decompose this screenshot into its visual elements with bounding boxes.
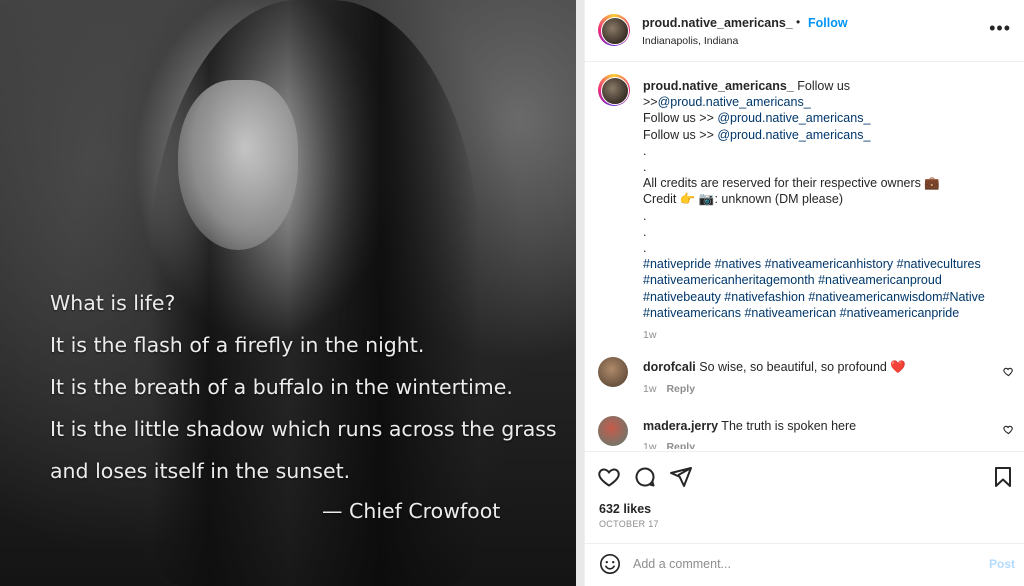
comment-username[interactable]: madera.jerry	[643, 419, 718, 433]
image-frame-edge	[576, 0, 584, 586]
caption-dot: .	[643, 241, 647, 256]
comment-text: So wise, so beautiful, so profound	[695, 360, 891, 374]
header-separator: •	[796, 15, 801, 29]
heart-icon[interactable]	[597, 465, 621, 489]
caption-text: Follow us >>	[643, 111, 718, 126]
quote-line: It is the little shadow which runs acros…	[50, 417, 557, 441]
more-icon[interactable]: •••	[989, 18, 1011, 39]
quote-author: — Chief Crowfoot	[322, 499, 501, 523]
caption-hashtags[interactable]: #nativeamericanheritagemonth #nativeamer…	[643, 272, 1013, 288]
caption-mention[interactable]: @proud.native_americans_	[658, 95, 811, 109]
caption-text: All credits are reserved for their respe…	[643, 176, 921, 191]
caption-dot: .	[643, 208, 647, 223]
caption-dot: .	[643, 160, 647, 175]
caption-mention[interactable]: @proud.native_americans_	[717, 111, 870, 125]
comment-input[interactable]	[633, 553, 963, 575]
caption-text: Credit	[643, 192, 677, 207]
post-date[interactable]: OCTOBER 17	[599, 519, 659, 529]
caption-text: Follow us	[793, 79, 851, 93]
instagram-post-dialog: What is life? It is the flash of a firef…	[0, 0, 1024, 586]
caption-text: Follow us >>	[643, 127, 718, 142]
quote-line: What is life?	[50, 291, 176, 315]
portrait-face	[178, 80, 298, 250]
comment-meta: 1w Reply	[643, 441, 705, 449]
post-header: proud.native_americans_ • Follow Indiana…	[585, 0, 1024, 62]
quote-line: It is the breath of a buffalo in the win…	[50, 375, 513, 399]
pointing-hand-icon: 👉	[679, 192, 696, 207]
camera-icon: 📷	[698, 192, 715, 207]
post-image[interactable]: What is life? It is the flash of a firef…	[0, 0, 584, 586]
follow-button[interactable]: Follow	[808, 16, 848, 30]
post-actions: 632 likes OCTOBER 17	[585, 451, 1024, 543]
post-sidebar: proud.native_americans_ • Follow Indiana…	[584, 0, 1024, 586]
caption-hashtags[interactable]: #nativebeauty #nativefashion #nativeamer…	[643, 289, 1013, 305]
quote-line: It is the flash of a firefly in the nigh…	[50, 333, 425, 357]
caption-dot: .	[643, 143, 647, 158]
image-quote: What is life? It is the flash of a firef…	[50, 282, 557, 523]
briefcase-icon: 💼	[924, 176, 940, 191]
comment-username[interactable]: dorofcali	[643, 360, 696, 374]
author-avatar[interactable]	[598, 14, 630, 46]
like-count[interactable]: 632 likes	[599, 502, 651, 516]
reply-button[interactable]: Reply	[666, 383, 695, 395]
share-icon[interactable]	[669, 465, 693, 489]
red-heart-icon: ❤️	[890, 360, 906, 374]
comment-text: The truth is spoken here	[718, 419, 857, 433]
comment-like-icon[interactable]	[1003, 424, 1014, 435]
comment-time[interactable]: 1w	[643, 383, 656, 395]
post-caption: proud.native_americans_ Follow us >>@pro…	[643, 78, 1013, 343]
comment-icon[interactable]	[633, 465, 657, 489]
comment-like-icon[interactable]	[1003, 366, 1014, 377]
caption-time[interactable]: 1w	[643, 327, 1013, 343]
add-comment-bar: Post	[585, 543, 1024, 586]
post-comment-button[interactable]: Post	[989, 557, 1015, 571]
emoji-icon[interactable]	[599, 553, 621, 575]
reply-button[interactable]: Reply	[666, 441, 695, 449]
comment: dorofcali So wise, so beautiful, so prof…	[643, 360, 906, 375]
comment-meta: 1w Reply	[643, 383, 705, 395]
author-username[interactable]: proud.native_americans_	[642, 16, 793, 30]
commenter-avatar[interactable]	[598, 416, 628, 446]
caption-text: >>	[643, 95, 658, 110]
caption-mention[interactable]: @proud.native_americans_	[717, 128, 870, 142]
comment: madera.jerry The truth is spoken here	[643, 419, 856, 433]
caption-avatar[interactable]	[598, 74, 630, 106]
caption-dot: .	[643, 224, 647, 239]
caption-text: : unknown (DM please)	[714, 192, 843, 207]
caption-username[interactable]: proud.native_americans_	[643, 79, 794, 93]
quote-line: and loses itself in the sunset.	[50, 459, 351, 483]
caption-hashtags[interactable]: #nativepride #natives #nativeamericanhis…	[643, 256, 1013, 272]
commenter-avatar[interactable]	[598, 357, 628, 387]
bookmark-icon[interactable]	[991, 465, 1015, 489]
post-location[interactable]: Indianapolis, Indiana	[642, 35, 738, 47]
comment-time[interactable]: 1w	[643, 441, 656, 449]
caption-hashtags[interactable]: #nativeamericans #nativeamerican #native…	[643, 305, 1013, 321]
